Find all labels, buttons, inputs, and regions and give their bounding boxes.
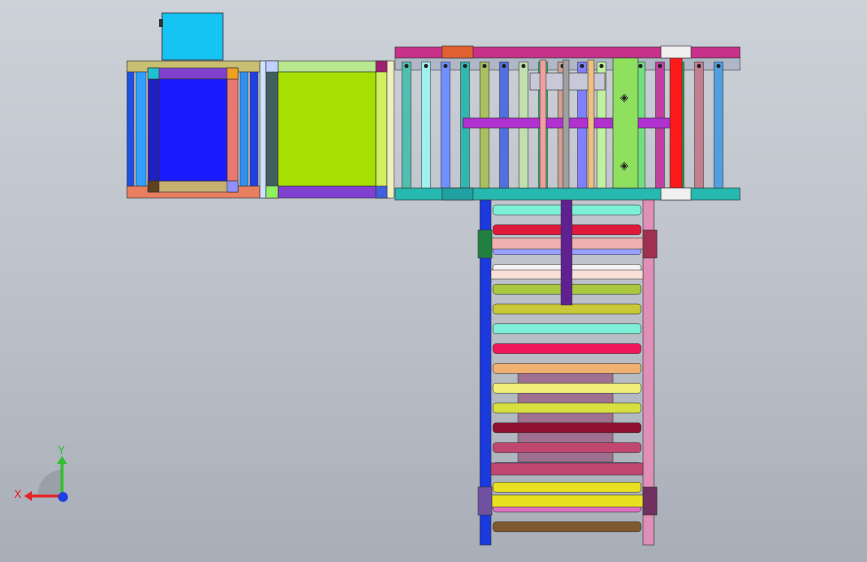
left-module-frame-right — [226, 67, 239, 193]
vertical-roller — [492, 363, 642, 374]
middle-module-post-left-1 — [259, 60, 267, 199]
vertical-clamp-lower-left — [477, 486, 493, 516]
rail-clamp-top-left — [441, 45, 474, 59]
vertical-conveyor-crossbar-3 — [490, 462, 644, 476]
left-module-side-roller-2 — [135, 71, 147, 187]
roller-bolt — [697, 64, 701, 68]
triad-z-axis — [58, 492, 68, 502]
middle-module-bottom-bar — [259, 185, 391, 199]
vertical-roller — [492, 481, 642, 493]
roller-bolt — [658, 64, 662, 68]
middle-module-corner-bl — [265, 185, 279, 199]
vertical-roller — [492, 382, 642, 394]
roller-bolt — [482, 64, 487, 68]
roller-bolt — [716, 64, 721, 68]
roller-bolt — [443, 64, 448, 68]
middle-module-corner-tr — [375, 60, 388, 73]
diamond-marker-1: ◈ — [620, 92, 629, 104]
middle-module-corner-tl — [265, 60, 279, 73]
roller-bolt — [638, 64, 643, 68]
rail-clamp-bottom-left — [441, 187, 474, 201]
horizontal-roller — [713, 61, 724, 189]
left-module-side-roller-1 — [126, 71, 135, 187]
left-module[interactable] — [126, 60, 262, 199]
coordinate-triad-icon: Y X — [14, 444, 68, 502]
horizontal-roller — [694, 61, 704, 189]
right-module[interactable]: ◈ ◈ — [394, 45, 741, 201]
vertical-roller — [492, 343, 642, 354]
vertical-conveyor[interactable] — [477, 199, 658, 546]
triad-x-label: X — [14, 488, 22, 501]
vertical-roller — [492, 402, 642, 414]
middle-module[interactable] — [259, 60, 395, 199]
cylinder-rod-3 — [587, 59, 595, 189]
triad-y-label: Y — [57, 444, 65, 457]
vertical-conveyor-center-post — [560, 199, 573, 306]
left-module-side-roller-3 — [239, 71, 249, 187]
roller-bolt — [424, 64, 428, 68]
vertical-clamp-upper-right — [642, 229, 658, 259]
vertical-roller — [492, 303, 642, 315]
middle-module-top-bar — [259, 60, 391, 73]
left-module-frame-top — [147, 67, 239, 80]
cylinder-rod-2 — [562, 59, 570, 189]
cad-viewport[interactable]: ◈ ◈ Y X — [0, 0, 867, 562]
vertical-clamp-lower-right — [642, 486, 658, 516]
vertical-roller — [492, 442, 642, 453]
motor-box-tab — [159, 19, 163, 27]
middle-module-post-right-2 — [386, 60, 395, 199]
roller-bolt — [463, 64, 467, 68]
motor-box[interactable] — [161, 12, 224, 61]
middle-module-post-left-2 — [265, 60, 279, 199]
roller-bolt — [521, 64, 526, 68]
left-module-corner-bl — [147, 180, 160, 193]
roller-bolt — [404, 64, 409, 68]
horizontal-roller — [421, 61, 431, 189]
roller-bolt — [502, 64, 506, 68]
left-module-corner-tr — [226, 67, 239, 80]
left-module-frame-bottom — [147, 180, 239, 193]
triad-x-arrow — [24, 491, 32, 501]
vertical-roller — [492, 323, 642, 335]
roller-bolt — [599, 64, 604, 68]
vertical-roller — [492, 521, 642, 533]
left-module-frame-left — [147, 67, 160, 193]
horizontal-roller — [440, 61, 451, 189]
vertical-roller — [492, 422, 642, 434]
vertical-conveyor-crossbar-4 — [490, 494, 644, 508]
roller-bolt — [580, 64, 584, 68]
diamond-marker-2: ◈ — [620, 160, 629, 172]
vertical-clamp-upper-left — [477, 229, 493, 259]
left-module-corner-br — [226, 180, 239, 193]
horizontal-roller — [401, 61, 412, 189]
left-module-panel[interactable] — [158, 78, 228, 182]
middle-module-corner-br — [375, 185, 388, 199]
right-module-red-post[interactable] — [669, 55, 683, 189]
rail-clamp-bottom-right — [660, 187, 692, 201]
left-module-corner-tl — [147, 67, 160, 80]
cylinder-rod-1 — [539, 59, 547, 189]
triad-quadrant — [38, 470, 62, 494]
assembly-drawing[interactable]: ◈ ◈ — [0, 0, 867, 562]
triad-y-arrow — [57, 456, 67, 464]
middle-module-post-right-1 — [375, 60, 388, 199]
middle-module-panel[interactable] — [277, 71, 377, 187]
left-module-side-roller-4 — [249, 71, 259, 187]
rail-clamp-top-right — [660, 45, 692, 59]
